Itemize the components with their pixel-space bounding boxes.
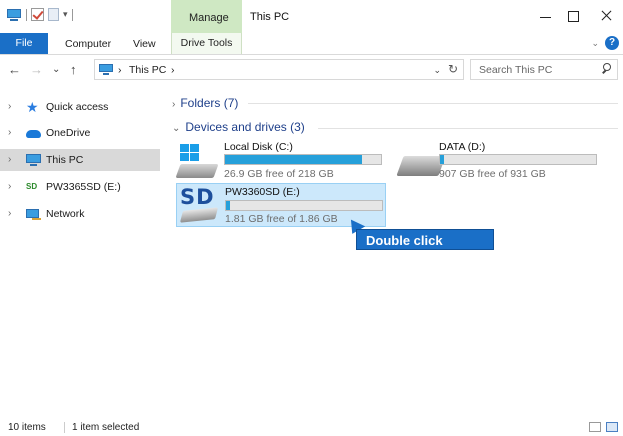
expand-arrow-icon[interactable]: ›	[8, 101, 11, 112]
content-pane: › Folders (7) ⌄ Devices and drives (3) Loc…	[166, 90, 623, 410]
sidebar-item-label: OneDrive	[46, 127, 91, 139]
double-click-callout: Double click	[356, 229, 494, 250]
tab-view[interactable]: View	[133, 38, 156, 50]
drive-free-space: 907 GB free of 931 GB	[439, 168, 546, 180]
expand-arrow-icon[interactable]: ›	[8, 181, 11, 192]
computer-icon[interactable]	[6, 8, 22, 21]
sd-card-icon: SD	[178, 185, 222, 227]
star-icon: ★	[26, 99, 39, 115]
tab-manage[interactable]: Manage	[171, 0, 242, 33]
selection-count: 1 item selected	[72, 422, 140, 433]
drive-usage-fill	[226, 201, 231, 210]
address-row: ← → ⌄ ↑ › This PC › ⌄ ↻	[0, 55, 623, 85]
drive-usage-fill	[225, 155, 362, 164]
close-button[interactable]	[599, 8, 615, 24]
new-folder-icon[interactable]	[48, 8, 59, 21]
breadcrumb-this-pc[interactable]: This PC	[129, 64, 166, 76]
details-view-icon[interactable]	[589, 422, 601, 432]
expand-arrow-icon[interactable]: ›	[8, 154, 11, 165]
quick-access-toolbar: ▾	[6, 8, 73, 21]
divider	[64, 422, 65, 433]
sidebar-item-this-pc[interactable]: › This PC	[0, 149, 160, 171]
drive-name: Local Disk (C:)	[224, 141, 293, 153]
search-box[interactable]	[470, 59, 618, 80]
windows-disk-icon	[175, 144, 219, 180]
large-icons-view-icon[interactable]	[606, 422, 618, 432]
forward-icon[interactable]: →	[30, 62, 43, 77]
sidebar-item-quick-access[interactable]: › ★ Quick access	[0, 96, 160, 118]
drive-free-space: 1.81 GB free of 1.86 GB	[225, 213, 338, 225]
drive-usage-fill	[440, 155, 445, 164]
network-icon	[26, 207, 41, 221]
item-count: 10 items	[8, 422, 46, 433]
sidebar-item-label: PW3365SD (E:)	[46, 181, 121, 193]
tab-drive-tools[interactable]: Drive Tools	[171, 33, 242, 54]
drive-tile-d[interactable]: DATA (D:) 907 GB free of 931 GB	[394, 140, 609, 182]
sidebar-item-sd-card[interactable]: › SD PW3365SD (E:)	[0, 176, 160, 198]
recent-locations-icon[interactable]: ⌄	[52, 64, 60, 75]
divider	[248, 103, 618, 104]
group-folders[interactable]: › Folders (7)	[172, 96, 238, 110]
divider	[318, 128, 618, 129]
title-bar: ▾ Manage This PC	[0, 0, 623, 33]
cloud-icon	[26, 126, 41, 140]
drive-free-space: 26.9 GB free of 218 GB	[224, 168, 334, 180]
status-bar: 10 items 1 item selected	[0, 418, 623, 436]
back-icon[interactable]: ←	[8, 62, 21, 77]
drive-usage-bar	[225, 200, 383, 211]
address-bar[interactable]: › This PC › ⌄ ↻	[94, 59, 464, 80]
sidebar-item-label: Quick access	[46, 101, 109, 113]
sd-card-icon: SD	[26, 182, 38, 191]
properties-icon[interactable]	[31, 8, 44, 21]
tab-computer[interactable]: Computer	[65, 38, 111, 50]
drive-usage-bar	[439, 154, 597, 165]
maximize-button[interactable]	[565, 8, 581, 24]
divider	[71, 8, 73, 21]
help-icon[interactable]: ?	[605, 36, 619, 50]
breadcrumb-separator[interactable]: ›	[171, 64, 175, 76]
expand-ribbon-icon[interactable]: ⌄	[591, 38, 599, 49]
computer-icon	[26, 153, 41, 167]
sidebar-item-network[interactable]: › Network	[0, 203, 160, 225]
customize-toolbar-icon[interactable]: ▾	[63, 9, 68, 20]
search-icon[interactable]	[601, 63, 611, 73]
ribbon-controls: ⌄ ?	[591, 36, 619, 50]
up-icon[interactable]: ↑	[70, 62, 77, 77]
breadcrumb-separator[interactable]: ›	[118, 64, 122, 76]
sidebar-item-label: This PC	[46, 154, 84, 166]
chevron-down-icon: ⌄	[172, 123, 181, 134]
navigation-pane: › ★ Quick access › OneDrive › This PC › …	[0, 90, 160, 410]
search-input[interactable]	[479, 62, 589, 77]
expand-arrow-icon[interactable]: ›	[8, 127, 11, 138]
refresh-icon[interactable]: ↻	[448, 62, 458, 76]
ribbon-tabs: File Computer View Drive Tools ⌄ ?	[0, 33, 623, 55]
address-dropdown-icon[interactable]: ⌄	[433, 65, 441, 76]
sidebar-item-label: Network	[46, 208, 85, 220]
chevron-right-icon: ›	[172, 99, 176, 110]
minimize-button[interactable]	[538, 8, 554, 24]
drive-name: PW3360SD (E:)	[225, 186, 300, 198]
computer-icon	[99, 64, 113, 75]
sidebar-item-onedrive[interactable]: › OneDrive	[0, 122, 160, 144]
drive-tile-c[interactable]: Local Disk (C:) 26.9 GB free of 218 GB	[175, 140, 386, 182]
tab-file[interactable]: File	[0, 33, 48, 54]
drive-usage-bar	[224, 154, 382, 165]
group-devices-and-drives[interactable]: ⌄ Devices and drives (3)	[172, 120, 305, 134]
expand-arrow-icon[interactable]: ›	[8, 208, 11, 219]
drive-name: DATA (D:)	[439, 141, 486, 153]
window-title: This PC	[250, 11, 290, 23]
divider	[26, 8, 27, 21]
